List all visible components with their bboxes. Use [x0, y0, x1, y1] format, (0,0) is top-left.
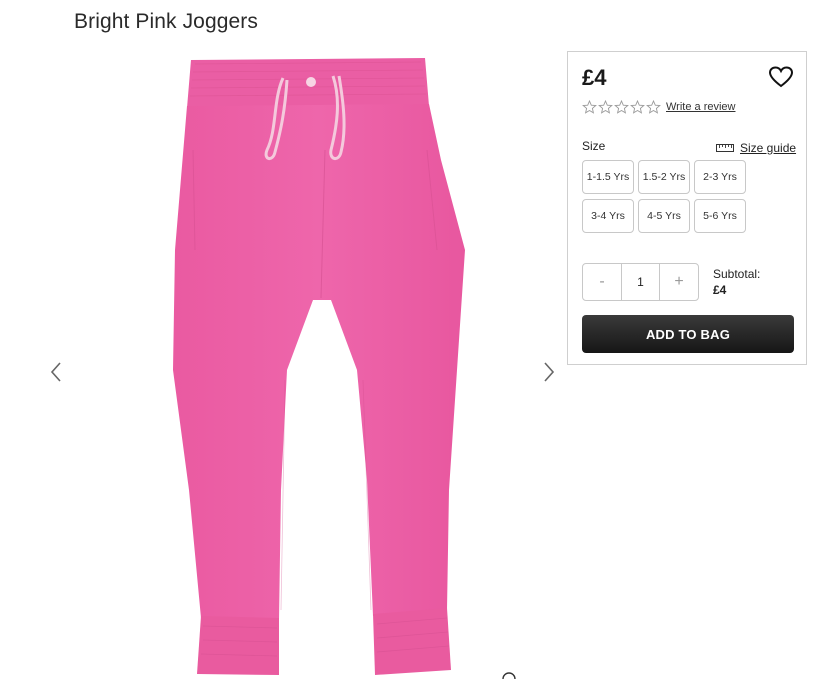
star-outline-icon	[598, 100, 613, 114]
size-option[interactable]: 3-4 Yrs	[582, 199, 634, 233]
size-option[interactable]: 4-5 Yrs	[638, 199, 690, 233]
zoom-icon[interactable]	[501, 671, 517, 679]
heart-icon[interactable]	[768, 65, 794, 89]
decrement-button[interactable]: -	[583, 264, 621, 300]
star-outline-icon	[646, 100, 661, 114]
purchase-panel: £4 Write a review Size Size guide 1-1.5 …	[567, 51, 807, 365]
quantity-stepper: - 1 +	[582, 263, 699, 301]
product-price: £4	[582, 65, 607, 90]
size-option[interactable]: 5-6 Yrs	[694, 199, 746, 233]
star-outline-icon	[582, 100, 597, 114]
product-image	[173, 58, 465, 675]
rating-stars	[582, 100, 661, 114]
size-option[interactable]: 2-3 Yrs	[694, 160, 746, 194]
star-outline-icon	[614, 100, 629, 114]
size-option[interactable]: 1-1.5 Yrs	[582, 160, 634, 194]
quantity-input[interactable]: 1	[621, 264, 660, 300]
ruler-icon	[716, 144, 734, 152]
size-label: Size	[582, 139, 606, 153]
subtotal-value: £4	[713, 283, 727, 297]
star-outline-icon	[630, 100, 645, 114]
product-title: Bright Pink Joggers	[74, 10, 258, 33]
size-guide-link[interactable]: Size guide	[716, 141, 796, 155]
product-gallery	[40, 50, 565, 679]
size-guide-label: Size guide	[740, 141, 797, 155]
increment-button[interactable]: +	[660, 264, 698, 300]
subtotal: Subtotal: £4	[713, 266, 760, 298]
add-to-bag-button[interactable]: ADD TO BAG	[582, 315, 794, 353]
write-review-link[interactable]: Write a review	[666, 101, 735, 113]
size-selector: 1-1.5 Yrs 1.5-2 Yrs 2-3 Yrs 3-4 Yrs 4-5 …	[582, 160, 760, 233]
size-option[interactable]: 1.5-2 Yrs	[638, 160, 690, 194]
subtotal-label: Subtotal:	[713, 267, 761, 281]
chevron-left-icon[interactable]	[44, 355, 68, 389]
chevron-right-icon[interactable]	[537, 355, 561, 389]
